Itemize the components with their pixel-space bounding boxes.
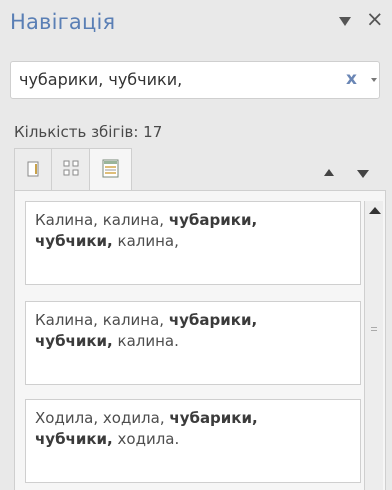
highlighted-match: чубчики, — [35, 430, 113, 448]
results-scrollbar[interactable] — [364, 201, 383, 490]
tab-thumbnails[interactable] — [52, 148, 90, 190]
search-input-value[interactable]: чубарики, чубчики, — [19, 70, 182, 89]
match-count: Кількість збігів: 17 — [14, 123, 163, 141]
result-text: Ходила, ходила, чубарики, чубчики, ходила… — [35, 409, 258, 448]
highlighted-match: чубарики, — [169, 409, 258, 427]
panel-menu-icon[interactable] — [339, 17, 351, 26]
highlighted-match: чубарики, — [168, 211, 258, 229]
result-text: Калина, калина, чубарики, чубчики, калина… — [35, 211, 258, 250]
scroll-thumb-grip-icon[interactable] — [371, 327, 377, 333]
highlighted-match: чубарики, — [168, 311, 258, 329]
panel-close-button[interactable]: × — [366, 9, 384, 30]
next-match-icon[interactable] — [357, 170, 369, 178]
result-item[interactable]: Калина, калина, чубарики, чубчики, калина… — [25, 301, 361, 385]
result-item[interactable]: Калина, калина, чубарики, чубчики, калина… — [25, 201, 361, 285]
panel-titlebar: Навігація × — [0, 0, 392, 42]
navigation-panel: Навігація × чубарики, чубчики, x Кількіс… — [0, 0, 392, 490]
search-results-list: Калина, калина, чубарики, чубчики, калина… — [14, 190, 386, 490]
search-dropdown-icon[interactable] — [371, 78, 377, 82]
highlighted-match: чубчики, — [35, 232, 113, 250]
result-text: Калина, калина, чубарики, чубчики, калина… — [35, 311, 258, 350]
clear-search-button[interactable]: x — [346, 69, 357, 89]
tab-page[interactable] — [14, 148, 52, 190]
previous-match-icon[interactable] — [324, 169, 334, 176]
tab-search-results[interactable] — [90, 148, 132, 192]
page-icon — [27, 161, 39, 177]
search-results-icon — [102, 159, 119, 178]
panel-title: Навігація — [10, 10, 116, 34]
search-input[interactable]: чубарики, чубчики, x — [10, 61, 380, 99]
result-item[interactable]: Ходила, ходила, чубарики, чубчики, ходила… — [25, 399, 361, 483]
highlighted-match: чубчики, — [35, 332, 113, 350]
thumbnails-icon — [63, 160, 79, 176]
scroll-up-icon[interactable] — [369, 207, 381, 214]
